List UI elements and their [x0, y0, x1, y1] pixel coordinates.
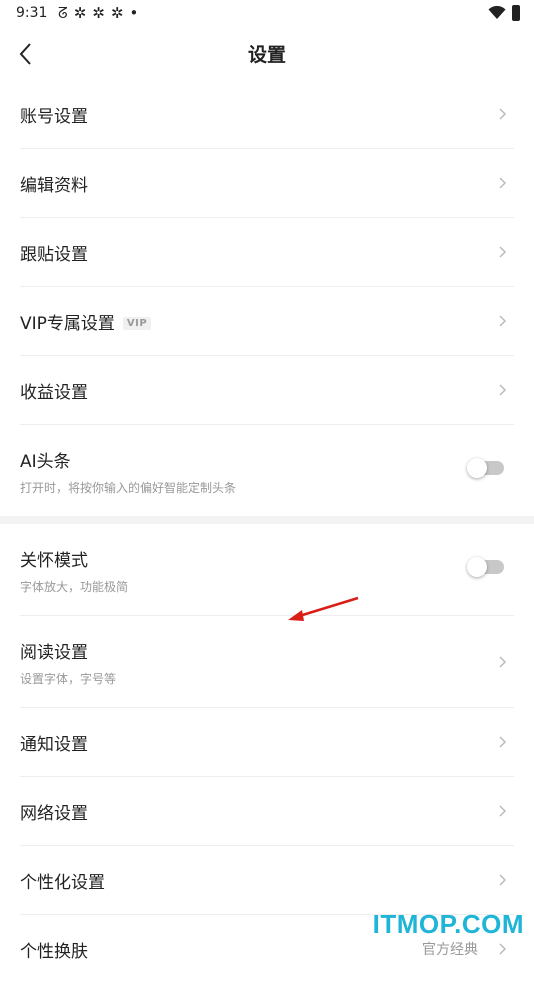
app-icon: ✲	[73, 4, 87, 22]
settings-row-account[interactable]: 账号设置	[20, 80, 514, 149]
row-subtitle: 打开时，将按你输入的偏好智能定制头条	[20, 481, 237, 495]
settings-row-vip[interactable]: VIP专属设置 VIP	[20, 287, 514, 356]
row-value: 官方经典	[422, 942, 478, 958]
settings-row-comment[interactable]: 跟贴设置	[20, 218, 514, 287]
chevron-right-icon	[499, 384, 507, 396]
page-title: 设置	[247, 44, 286, 66]
row-subtitle: 字体放大，功能极简	[20, 580, 129, 594]
chevron-right-icon	[499, 655, 507, 668]
app-icon: ✲	[92, 4, 105, 22]
row-title: 账号设置	[20, 107, 88, 127]
battery-icon	[512, 5, 520, 21]
vip-badge: VIP	[122, 317, 152, 330]
settings-row-network[interactable]: 网络设置	[20, 777, 514, 846]
section-divider	[0, 516, 534, 524]
ai-headline-toggle[interactable]	[467, 458, 504, 478]
settings-row-personalization[interactable]: 个性化设置	[20, 846, 514, 915]
toggle-knob	[467, 458, 487, 478]
status-notification-icons: ᘔ ✲ ✲ ✲ •	[58, 4, 138, 22]
chevron-right-icon	[499, 108, 507, 120]
settings-row-reading[interactable]: 阅读设置 设置字体，字号等	[20, 616, 514, 708]
status-time: 9:31	[16, 5, 48, 21]
status-bar: 9:31 ᘔ ✲ ✲ ✲ •	[0, 0, 534, 28]
row-title: AI头条	[20, 452, 71, 472]
settings-row-edit-profile[interactable]: 编辑资料	[20, 149, 514, 218]
row-title: 阅读设置	[20, 643, 88, 663]
chevron-right-icon	[499, 315, 507, 327]
chevron-right-icon	[499, 943, 507, 955]
nav-bar: 设置	[0, 28, 534, 80]
row-title: 个性化设置	[20, 873, 105, 893]
row-title: 跟贴设置	[20, 245, 88, 265]
settings-row-income[interactable]: 收益设置	[20, 356, 514, 425]
row-subtitle: 设置字体，字号等	[20, 672, 117, 686]
row-title: VIP专属设置 VIP	[20, 309, 152, 334]
chevron-right-icon	[499, 177, 507, 189]
chevron-right-icon	[499, 736, 507, 748]
row-title: 收益设置	[20, 383, 88, 403]
status-right-icons	[488, 5, 520, 21]
chevron-right-icon	[499, 874, 507, 886]
settings-row-ai-headline: AI头条 打开时，将按你输入的偏好智能定制头条	[20, 425, 514, 516]
annotation-arrow-icon	[288, 596, 359, 621]
toggle-knob	[467, 557, 487, 577]
notification-icon: ᘔ	[58, 4, 68, 22]
chevron-right-icon	[499, 246, 507, 258]
row-title: 关怀模式	[20, 551, 88, 571]
row-title-text: VIP专属设置	[20, 314, 115, 334]
row-title: 编辑资料	[20, 176, 88, 196]
status-dot: •	[129, 4, 139, 22]
care-mode-toggle[interactable]	[467, 557, 504, 577]
settings-row-notification[interactable]: 通知设置	[20, 708, 514, 777]
settings-row-care-mode: 关怀模式 字体放大，功能极简	[20, 524, 514, 616]
row-title: 网络设置	[20, 804, 88, 824]
watermark: ITMOP.COM	[372, 909, 524, 939]
wifi-icon	[488, 6, 506, 19]
app-icon: ✲	[110, 4, 124, 22]
settings-list: 账号设置 编辑资料 跟贴设置 VIP专属设置 VIP 收益设置 AI头条 打开时，…	[0, 80, 534, 983]
row-title: 通知设置	[20, 735, 88, 755]
chevron-right-icon	[499, 805, 507, 817]
